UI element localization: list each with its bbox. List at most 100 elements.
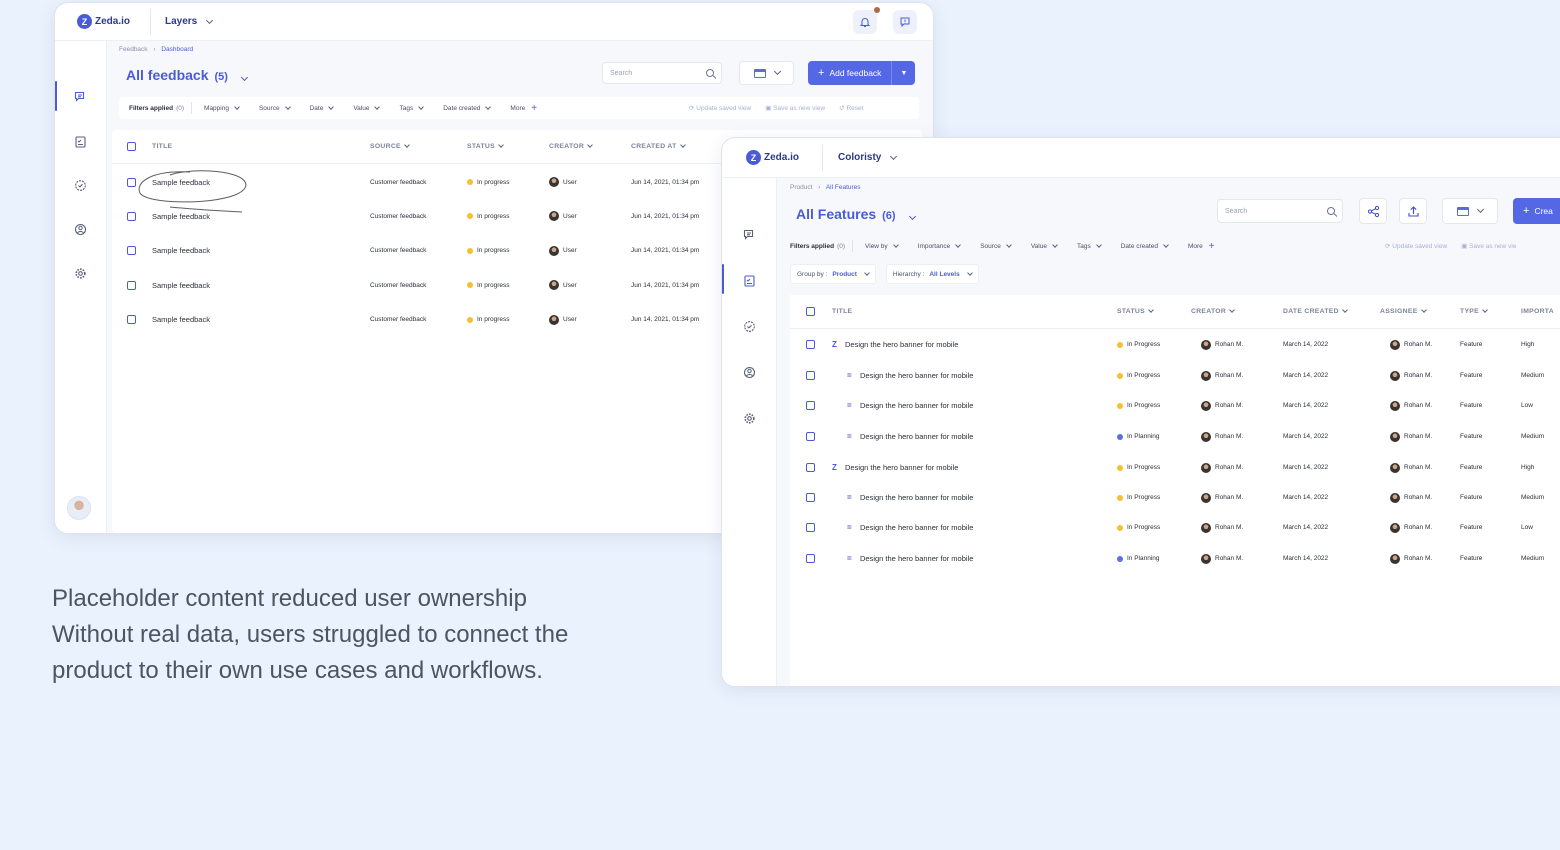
row-status[interactable]: In Progress [1117,402,1160,409]
row-checkbox[interactable] [127,315,136,325]
create-feature-button[interactable]: + Crea [1513,198,1560,224]
add-options-dropdown[interactable]: ▼ [891,61,915,85]
row-assignee[interactable]: Rohan M. [1390,462,1432,473]
notifications-button[interactable] [853,7,880,34]
share-button[interactable] [1359,198,1387,224]
table-row[interactable]: = Design the hero banner for mobile In Pla… [790,543,1560,574]
column-creator[interactable]: CREATOR [549,142,593,150]
row-checkbox[interactable] [806,523,815,532]
row-title[interactable]: = Design the hero banner for mobile [847,523,973,532]
filter-view-by[interactable]: View by [865,241,899,250]
row-status[interactable]: In Planning [1117,555,1160,562]
row-assignee[interactable]: Rohan M. [1390,431,1432,442]
row-checkbox[interactable] [806,554,815,563]
row-checkbox[interactable] [127,280,136,290]
breadcrumb-parent[interactable]: Product [790,184,812,191]
column-assignee[interactable]: ASSIGNEE [1380,307,1427,315]
column-status[interactable]: STATUS [1117,307,1154,315]
view-switcher-button[interactable] [1442,198,1498,224]
column-title[interactable]: TITLE [832,308,852,315]
select-all-checkbox[interactable] [806,307,815,316]
filter-date-created[interactable]: Date created [443,103,492,112]
table-row[interactable]: Z Design the hero banner for mobile In Pro… [790,452,1560,483]
project-switcher[interactable]: Layers [165,16,214,27]
row-status[interactable]: In Progress [1117,494,1160,501]
search-input[interactable]: Search [602,62,722,84]
filter-value[interactable]: Value [1031,241,1058,250]
row-title[interactable]: Z Design the hero banner for mobile [832,463,958,472]
page-title[interactable]: All feedback (5) [126,67,248,83]
filters-applied[interactable]: Filters applied (0) [790,243,845,250]
brand-logo[interactable]: Z Zeda.io [77,14,130,29]
avatar[interactable] [67,496,91,520]
search-input[interactable]: Search [1217,199,1343,223]
brand-logo[interactable]: Z Zeda.io [746,150,799,165]
save-as-new-view-button[interactable]: ▣ Save as new view [765,104,825,112]
filter-importance[interactable]: Importance [918,241,962,250]
row-title[interactable]: = Design the hero banner for mobile [847,432,973,441]
row-checkbox[interactable] [806,371,815,380]
filter-more[interactable]: More + [1188,241,1215,252]
filter-tags[interactable]: Tags [1077,241,1102,250]
select-all-checkbox[interactable] [127,142,136,151]
row-assignee[interactable]: Rohan M. [1390,522,1432,533]
update-saved-view-button[interactable]: ⟳ Update saved view [689,104,751,112]
column-title[interactable]: TITLE [152,143,172,150]
customers-icon[interactable] [738,361,760,383]
project-switcher[interactable]: Coloristy [838,152,898,163]
table-row[interactable]: = Design the hero banner for mobile In Pro… [790,390,1560,421]
row-title[interactable]: Sample feedback [152,315,210,324]
row-checkbox[interactable] [806,401,815,410]
roadmap-icon[interactable] [738,269,760,291]
row-status[interactable]: In Progress [1117,524,1160,531]
view-switcher-button[interactable] [739,61,794,85]
row-assignee[interactable]: Rohan M. [1390,553,1432,564]
filter-date-created[interactable]: Date created [1121,241,1169,250]
table-row[interactable]: Z Design the hero banner for mobile In Pro… [790,329,1560,360]
roadmap-icon[interactable] [69,130,91,152]
filter-source[interactable]: Source [259,103,291,112]
filter-tags[interactable]: Tags [399,103,425,112]
column-type[interactable]: TYPE [1460,307,1488,315]
row-checkbox[interactable] [806,432,815,441]
row-status[interactable]: In progress [467,213,510,220]
row-checkbox[interactable] [127,246,136,256]
help-button[interactable] [893,10,917,34]
add-feedback-main[interactable]: + Add feedback [808,61,891,85]
filter-value[interactable]: Value [353,103,381,112]
row-title[interactable]: = Design the hero banner for mobile [847,371,973,380]
row-title[interactable]: = Design the hero banner for mobile [847,554,973,563]
feedback-chat-icon[interactable] [69,85,91,107]
update-saved-view-button[interactable]: ⟳ Update saved view [1385,242,1447,250]
settings-gear-icon[interactable] [738,407,760,429]
row-assignee[interactable]: Rohan M. [1390,492,1432,503]
row-status[interactable]: In progress [467,282,510,289]
breadcrumb-parent[interactable]: Feedback [119,46,148,53]
save-as-new-view-button[interactable]: ▣ Save as new vie [1461,242,1516,250]
filter-mapping[interactable]: Mapping [204,103,240,112]
row-status[interactable]: In Progress [1117,372,1160,379]
table-row[interactable]: = Design the hero banner for mobile In Pro… [790,482,1560,513]
filter-more[interactable]: More + [510,103,537,114]
row-status[interactable]: In Progress [1117,341,1160,348]
column-date-created[interactable]: DATE CREATED [1283,307,1348,315]
export-button[interactable] [1399,198,1427,224]
table-row[interactable]: = Design the hero banner for mobile In Pla… [790,421,1560,452]
column-created-at[interactable]: CREATED AT [631,142,686,150]
filter-date[interactable]: Date [310,103,335,112]
column-importance[interactable]: IMPORTA [1521,308,1554,315]
column-creator[interactable]: CREATOR [1191,307,1235,315]
create-feature-main[interactable]: + Crea [1513,198,1560,224]
row-title[interactable]: Sample feedback [152,281,210,290]
add-feedback-button[interactable]: + Add feedback ▼ [808,61,916,85]
column-status[interactable]: STATUS [467,142,504,150]
releases-badge-icon[interactable] [69,174,91,196]
page-title[interactable]: All Features (6) [796,206,916,222]
row-checkbox[interactable] [806,340,815,349]
settings-gear-icon[interactable] [69,262,91,284]
column-source[interactable]: SOURCE [370,142,410,150]
releases-badge-icon[interactable] [738,315,760,337]
group-by-select[interactable]: Group by : Product [790,264,876,284]
row-checkbox[interactable] [806,463,815,472]
row-status[interactable]: In progress [467,316,510,323]
